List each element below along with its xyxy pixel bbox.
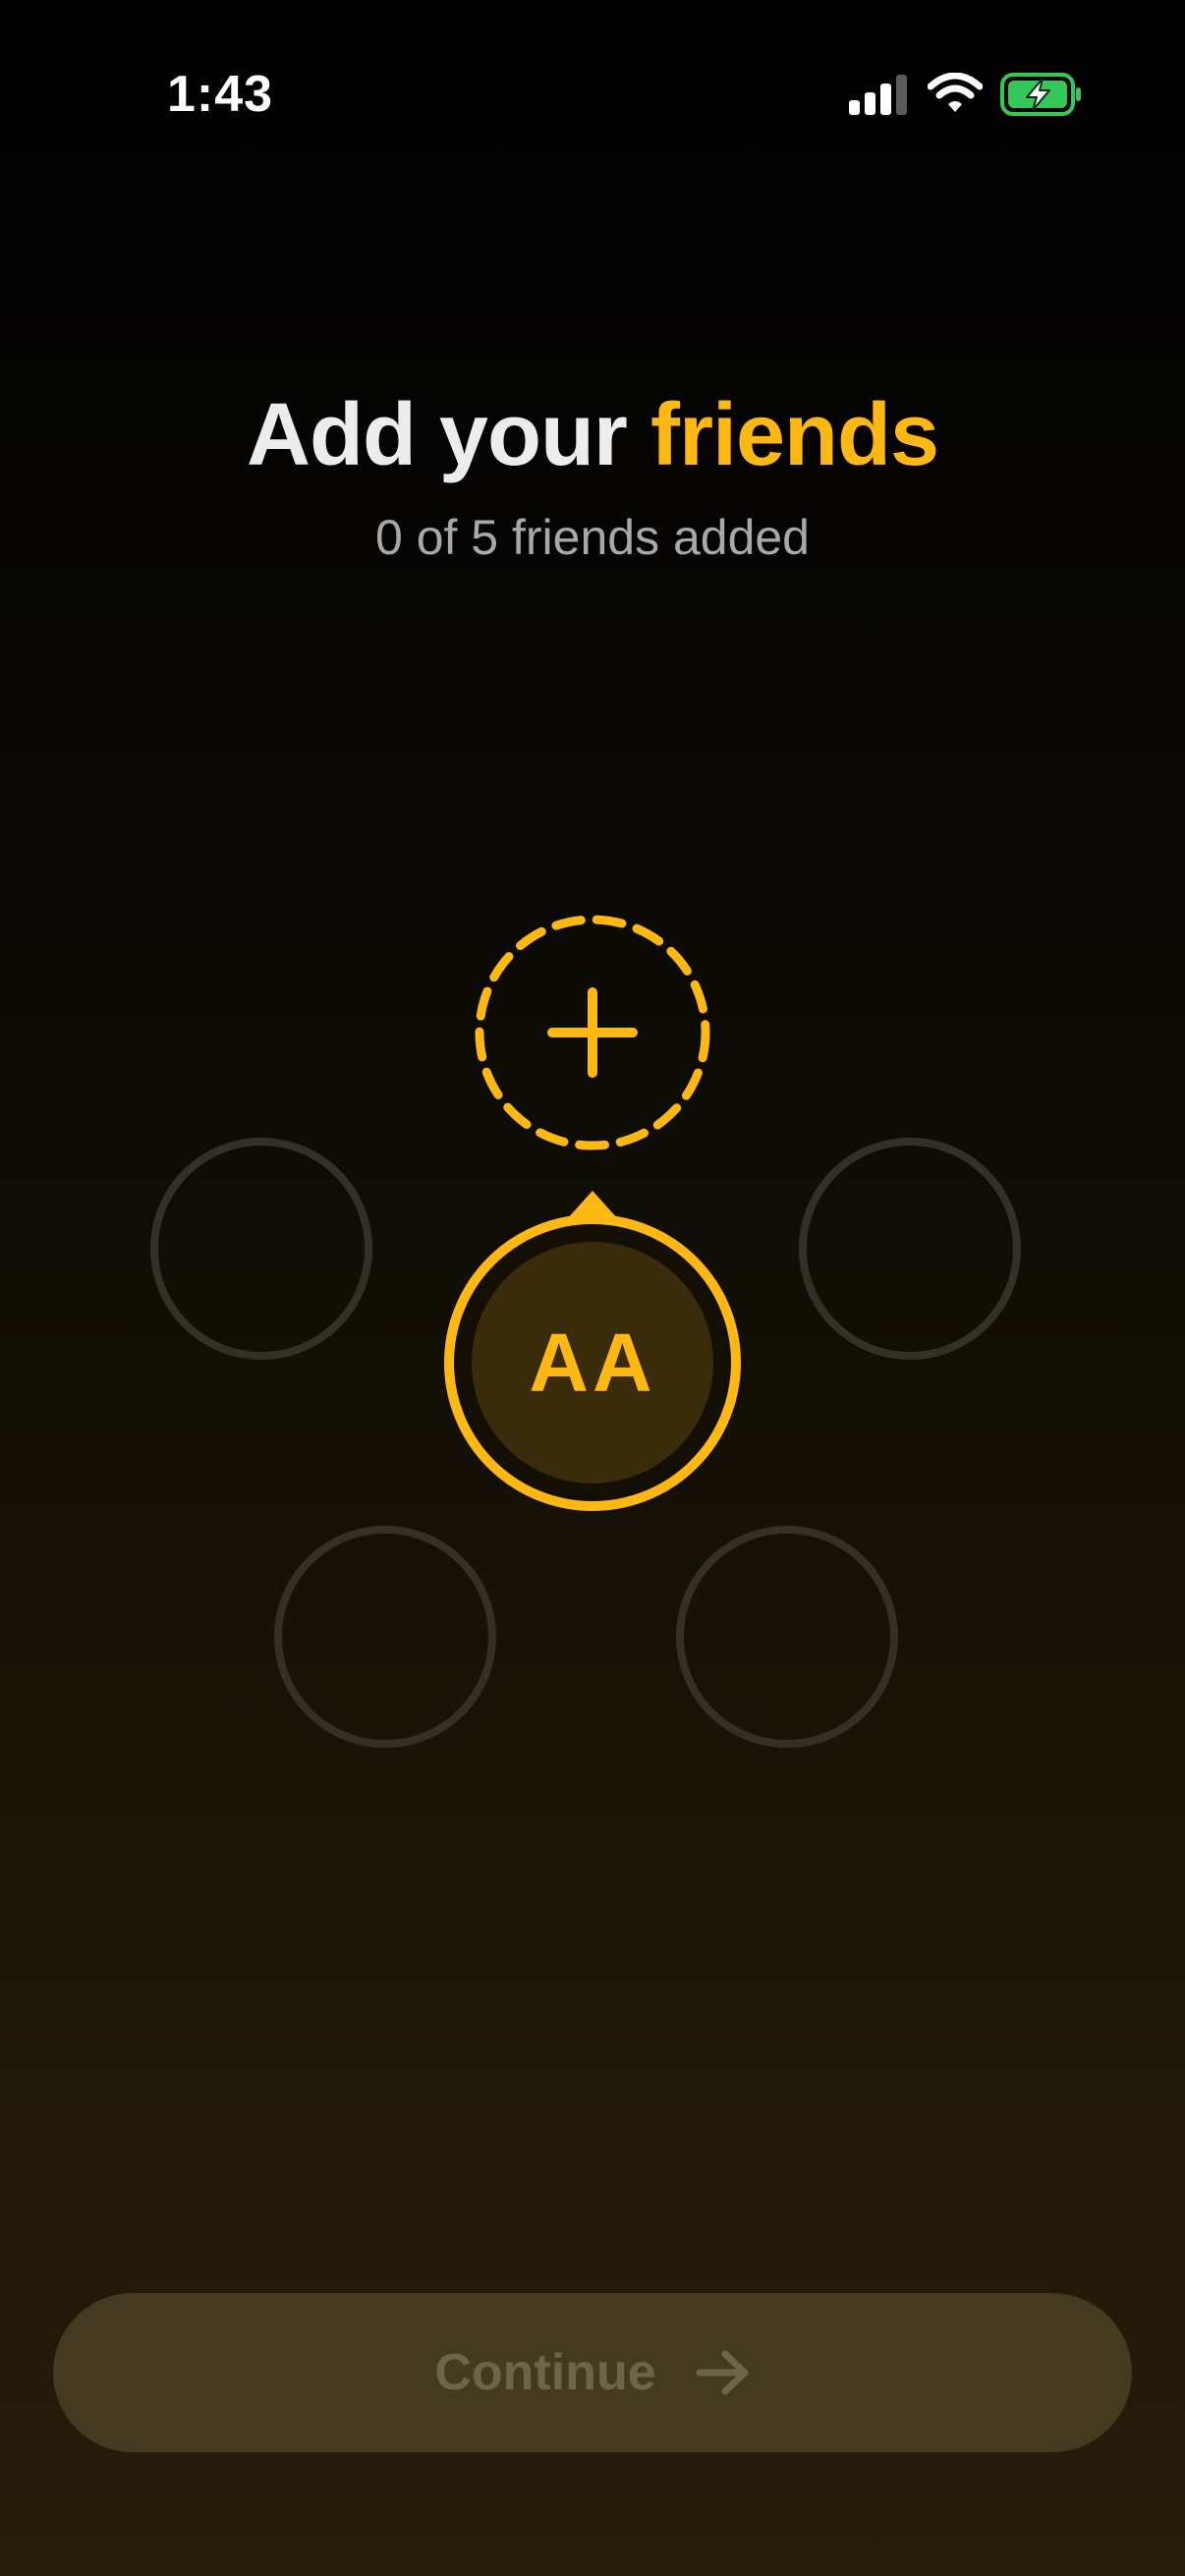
friend-slot-empty[interactable] <box>676 1526 898 1748</box>
avatar-initials: AA <box>529 1316 656 1409</box>
title-prefix: Add your <box>246 386 650 484</box>
status-time: 1:43 <box>167 66 274 123</box>
continue-button[interactable]: Continue <box>53 2293 1132 2452</box>
battery-charging-icon <box>1000 73 1081 116</box>
friends-added-counter: 0 of 5 friends added <box>375 510 810 565</box>
friend-slot-empty[interactable] <box>150 1138 372 1360</box>
friend-slot-empty[interactable] <box>274 1526 496 1748</box>
continue-label: Continue <box>434 2344 656 2401</box>
add-friend-button[interactable] <box>472 912 713 1153</box>
plus-icon <box>547 987 638 1078</box>
arrow-right-icon <box>696 2350 751 2395</box>
cellular-signal-icon <box>849 75 907 115</box>
add-friends-screen: 1:43 Add your friends 0 of 5 friends add… <box>0 0 1185 2576</box>
page-title: Add your friends <box>0 385 1185 486</box>
wifi-icon <box>928 73 983 112</box>
user-avatar: AA <box>444 1214 741 1511</box>
title-highlight: friends <box>649 386 939 484</box>
avatar-inner: AA <box>472 1242 713 1484</box>
friend-slot-empty[interactable] <box>799 1138 1021 1360</box>
